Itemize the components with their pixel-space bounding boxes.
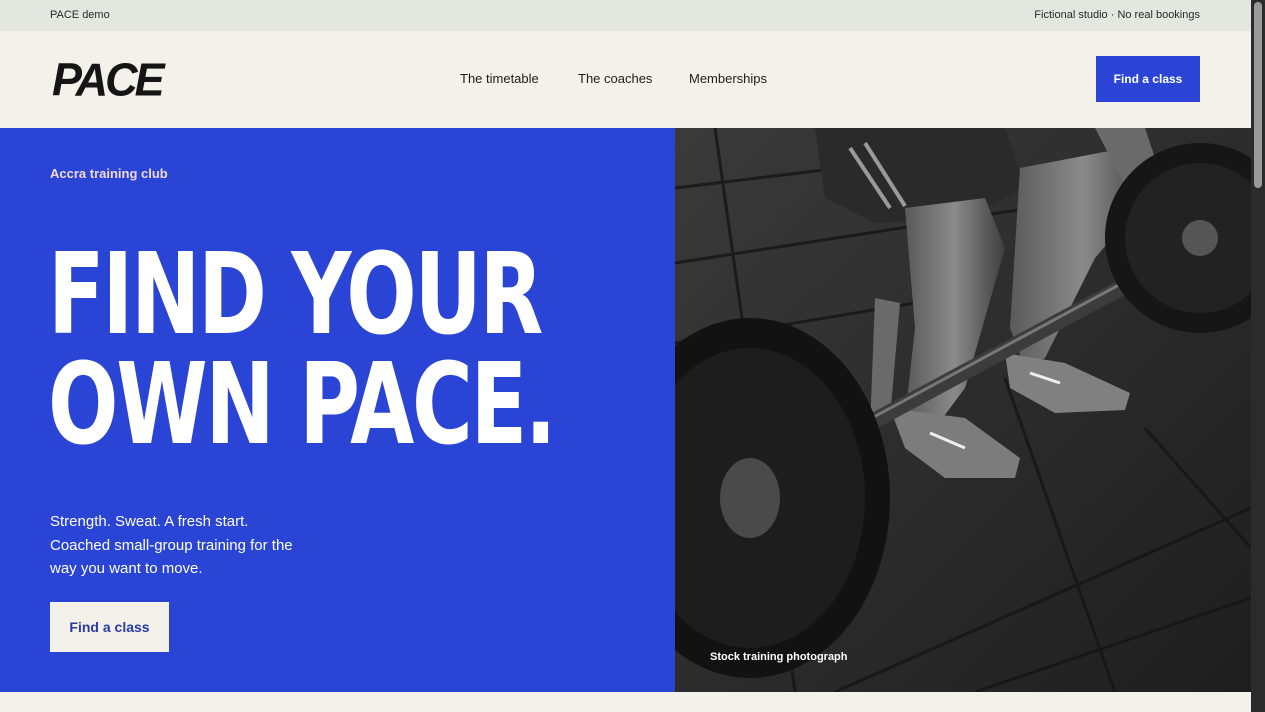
hero-subtext: Strength. Sweat. A fresh start. Coached … (50, 513, 293, 577)
top-announcement-bar: PACE demo Fictional studio · No real boo… (0, 0, 1251, 31)
hero-photo: Stock training photograph (675, 128, 1251, 692)
photo-caption: Stock training photograph (710, 651, 848, 663)
hero-text-panel: Accra training club FIND YOUR OWN PACE. … (0, 128, 675, 692)
disclaimer-label: Fictional studio · No real bookings (1034, 9, 1200, 21)
scrollbar-thumb[interactable] (1254, 2, 1262, 188)
page: PACE demo Fictional studio · No real boo… (0, 0, 1251, 712)
header-find-class-button[interactable]: Find a class (1096, 56, 1200, 102)
barbell-athlete-photo (675, 128, 1251, 692)
hero-headline-line-1: FIND YOUR (48, 230, 543, 360)
nav-link-coaches[interactable]: The coaches (578, 71, 652, 86)
nav-link-memberships[interactable]: Memberships (689, 71, 767, 86)
demo-label: PACE demo (50, 9, 110, 21)
hero-eyebrow: Accra training club (50, 166, 168, 181)
hero-find-class-button[interactable]: Find a class (50, 602, 169, 652)
next-section-edge (0, 692, 1251, 712)
site-header: PACE The timetable The coaches Membershi… (0, 31, 1251, 128)
nav-link-timetable[interactable]: The timetable (460, 71, 539, 86)
hero-headline-line-2: OWN PACE. (48, 340, 557, 470)
hero-headline: FIND YOUR OWN PACE. (48, 230, 557, 470)
page-scrollbar[interactable] (1251, 0, 1265, 712)
logo[interactable]: PACE (52, 56, 165, 104)
